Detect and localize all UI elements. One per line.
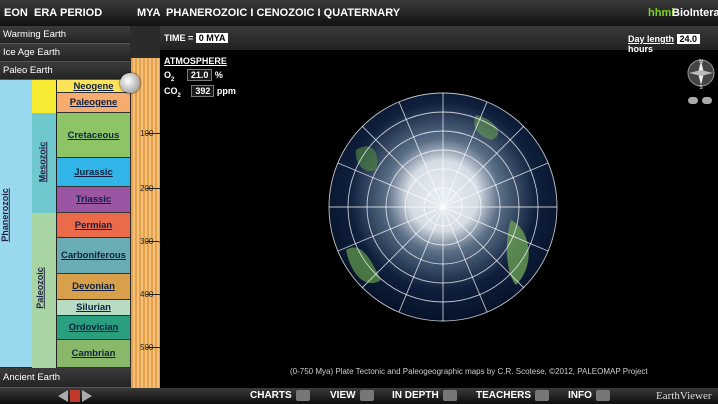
era-label-mesozoic: Mesozoic bbox=[37, 141, 48, 183]
mya-column-header: MYA bbox=[137, 7, 161, 19]
zoom-in-button[interactable] bbox=[688, 97, 698, 104]
preset-warming-earth[interactable]: Warming Earth bbox=[0, 26, 130, 44]
o2-value: 21.0 bbox=[186, 69, 213, 81]
day-length-label: Day length bbox=[628, 34, 675, 44]
charts-icon bbox=[295, 390, 310, 401]
time-value: 0 MYA bbox=[195, 33, 229, 43]
charts-button[interactable]: CHARTS bbox=[250, 390, 310, 401]
period-carboniferous[interactable]: Carboniferous bbox=[57, 238, 130, 274]
ruler-tick-label: 200 bbox=[140, 184, 154, 193]
in-depth-button[interactable]: IN DEPTH bbox=[392, 390, 457, 401]
mya-ruler[interactable] bbox=[131, 58, 160, 388]
ruler-tick-label: 100 bbox=[140, 129, 154, 138]
bottom-toolbar: CHARTS VIEW IN DEPTH TEACHERS INFO Earth… bbox=[0, 388, 718, 404]
era-column-header: ERA bbox=[34, 7, 58, 19]
brand-hhmi: hhmi bbox=[648, 7, 675, 19]
o2-unit: % bbox=[214, 70, 223, 80]
compass-north-label: N bbox=[699, 59, 703, 65]
era-paleozoic[interactable]: Paleozoic bbox=[32, 213, 57, 369]
next-icon[interactable] bbox=[82, 390, 92, 402]
period-cambrian[interactable]: Cambrian bbox=[57, 340, 130, 368]
brand-name: BioInteractive bbox=[672, 7, 718, 19]
o2-readout: O2 21.0 % bbox=[164, 69, 223, 83]
view-button[interactable]: VIEW bbox=[330, 390, 374, 401]
playback-controls bbox=[58, 390, 92, 402]
o2-subscript: 2 bbox=[171, 76, 175, 83]
period-cretaceous[interactable]: Cretaceous bbox=[57, 113, 130, 158]
in-depth-label: IN DEPTH bbox=[392, 390, 439, 401]
time-readout: TIME = 0 MYA bbox=[164, 33, 229, 43]
co2-value: 392 bbox=[191, 85, 215, 97]
preset-paleo-earth[interactable]: Paleo Earth bbox=[0, 62, 130, 80]
map-credit: (0-750 Mya) Plate Tectonic and Paleogeog… bbox=[290, 367, 648, 376]
ruler-tick-label: 400 bbox=[140, 290, 154, 299]
app-name: EarthViewer bbox=[656, 390, 712, 402]
view-icon bbox=[359, 390, 374, 401]
teachers-icon bbox=[535, 390, 550, 401]
period-paleogene[interactable]: Paleogene bbox=[57, 93, 130, 113]
period-jurassic[interactable]: Jurassic bbox=[57, 158, 130, 187]
era-label-paleozoic: Paleozoic bbox=[34, 267, 45, 309]
view-label: VIEW bbox=[330, 390, 356, 401]
o2-label: O bbox=[164, 70, 172, 80]
preset-ice-age-earth[interactable]: Ice Age Earth bbox=[0, 44, 130, 62]
in-depth-icon bbox=[442, 390, 457, 401]
period-permian[interactable]: Permian bbox=[57, 213, 130, 238]
teachers-label: TEACHERS bbox=[476, 390, 532, 401]
era-mesozoic[interactable]: Mesozoic bbox=[32, 113, 57, 214]
info-button[interactable]: INFO bbox=[568, 390, 610, 401]
compass-icon[interactable]: N S bbox=[686, 56, 716, 91]
time-label: TIME = bbox=[164, 33, 194, 43]
info-icon bbox=[595, 390, 610, 401]
zoom-out-button[interactable] bbox=[702, 97, 712, 104]
info-label: INFO bbox=[568, 390, 592, 401]
teachers-button[interactable]: TEACHERS bbox=[476, 390, 550, 401]
time-slider-handle[interactable] bbox=[120, 73, 140, 93]
era-cenozoic[interactable] bbox=[32, 80, 57, 114]
charts-label: CHARTS bbox=[250, 390, 292, 401]
period-silurian[interactable]: Silurian bbox=[57, 300, 130, 316]
ruler-tick-label: 300 bbox=[140, 237, 154, 246]
period-devonian[interactable]: Devonian bbox=[57, 274, 130, 300]
day-length-readout: Day length 24.0 hours bbox=[628, 34, 718, 54]
period-ordovician[interactable]: Ordovician bbox=[57, 316, 130, 340]
ruler-tick-label: 500 bbox=[140, 343, 154, 352]
eon-phanerozoic[interactable]: Phanerozoic bbox=[0, 80, 33, 367]
period-triassic[interactable]: Triassic bbox=[57, 187, 130, 213]
day-length-unit: hours bbox=[628, 44, 654, 54]
eon-column-header: EON bbox=[4, 7, 28, 19]
earth-globe[interactable] bbox=[326, 90, 560, 324]
top-bar: EON ERA PERIOD MYA PHANEROZOIC I CENOZOI… bbox=[0, 0, 718, 26]
co2-readout: CO2 392 ppm bbox=[164, 85, 236, 99]
previous-icon[interactable] bbox=[58, 390, 68, 402]
co2-subscript: 2 bbox=[177, 92, 181, 99]
day-length-value: 24.0 bbox=[676, 34, 701, 44]
atmosphere-heading: ATMOSPHERE bbox=[164, 56, 227, 66]
co2-unit: ppm bbox=[216, 86, 236, 96]
eon-label: Phanerozoic bbox=[0, 188, 10, 242]
period-column-header: PERIOD bbox=[60, 7, 103, 19]
page-title: PHANEROZOIC I CENOZOIC I QUATERNARY bbox=[166, 7, 401, 19]
co2-label: CO bbox=[164, 86, 178, 96]
pause-icon[interactable] bbox=[70, 390, 80, 402]
